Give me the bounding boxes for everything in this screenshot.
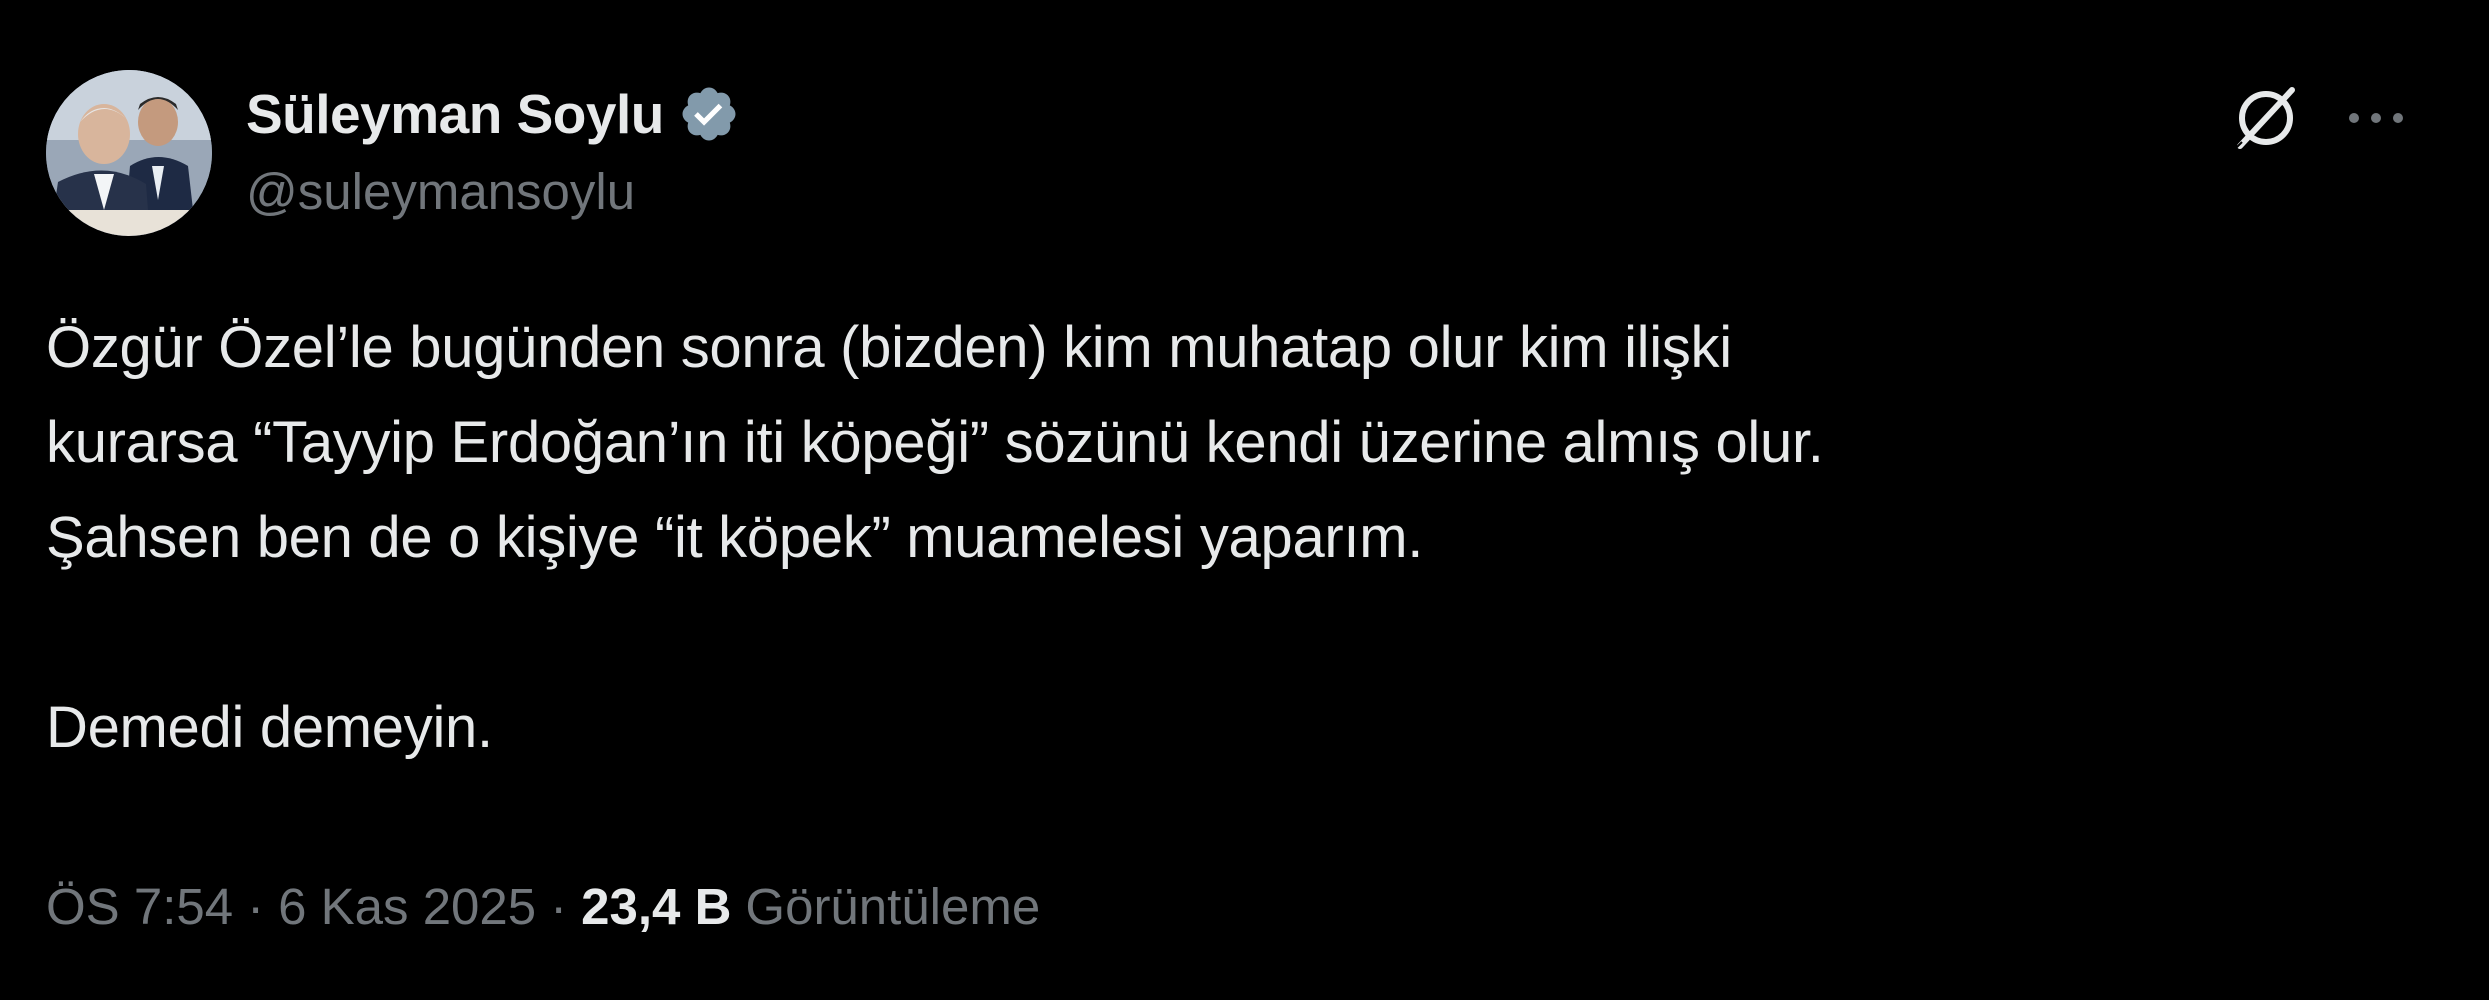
meta-separator: ·	[247, 877, 265, 935]
paragraph-break	[46, 585, 2426, 680]
views-count[interactable]: 23,4 B	[581, 877, 731, 936]
verified-badge-icon	[678, 83, 740, 145]
tweet-text: Özgür Özel’le bugünden sonra (bizden) ki…	[46, 300, 2426, 775]
tweet-text-line: kurarsa “Tayyip Erdoğan’ın iti köpeği” s…	[46, 410, 1824, 475]
tweet-time[interactable]: ÖS 7:54	[46, 877, 233, 936]
tweet-text-line: Özgür Özel’le bugünden sonra (bizden) ki…	[46, 315, 1732, 380]
grok-icon[interactable]	[2228, 80, 2304, 156]
author-handle[interactable]: @suleymansoylu	[246, 162, 635, 221]
more-options-icon[interactable]	[2336, 80, 2416, 156]
author-display-name[interactable]: Süleyman Soylu	[246, 82, 664, 146]
tweet-date[interactable]: 6 Kas 2025	[278, 877, 536, 936]
author-name-row: Süleyman Soylu	[246, 78, 740, 150]
tweet-text-line: Şahsen ben de o kişiye “it köpek” muamel…	[46, 505, 1424, 570]
tweet-meta: ÖS 7:54 · 6 Kas 2025 · 23,4 B Görüntülem…	[46, 872, 1040, 940]
views-label[interactable]: Görüntüleme	[745, 877, 1040, 936]
meta-separator: ·	[550, 877, 568, 935]
tweet-card: Süleyman Soylu @suleymansoylu Özgür Özel…	[0, 0, 2489, 1000]
avatar-image	[46, 70, 212, 236]
author-avatar[interactable]	[46, 70, 212, 236]
tweet-text-line: Demedi demeyin.	[46, 695, 493, 760]
